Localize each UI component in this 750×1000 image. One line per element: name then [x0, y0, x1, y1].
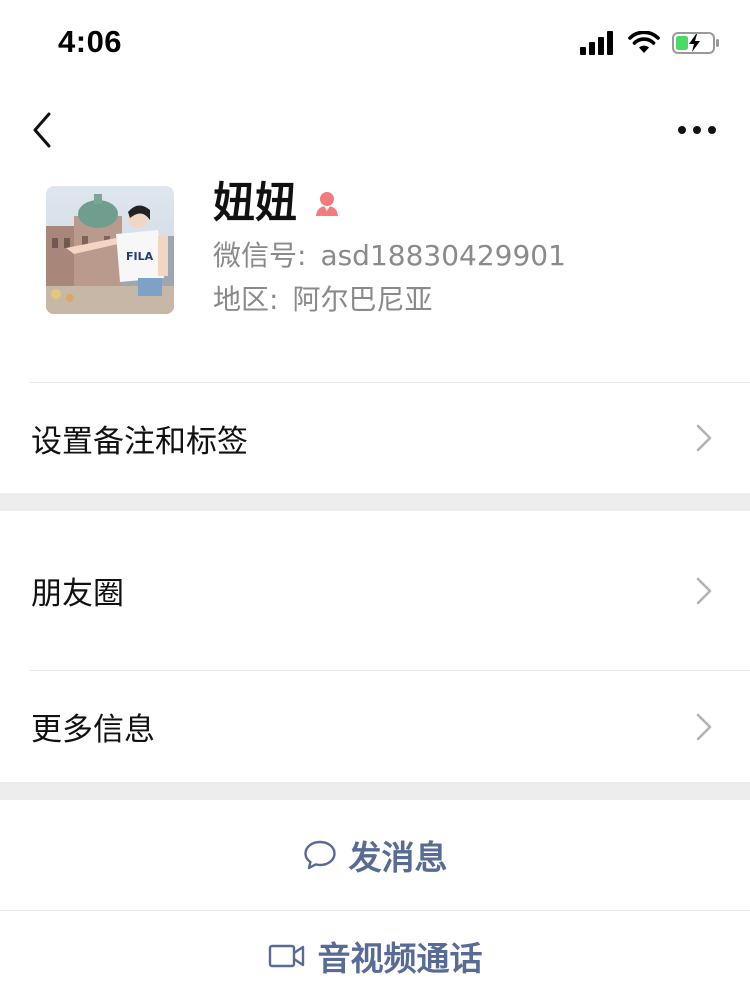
cell-label: 设置备注和标签 [31, 423, 248, 460]
cell-remark-and-tags[interactable]: 设置备注和标签 [0, 383, 750, 493]
avatar[interactable]: FILA [46, 186, 174, 314]
region-line: 地区: 阿尔巴尼亚 [213, 284, 432, 316]
cellular-signal-icon [580, 31, 613, 55]
contact-name: 妞妞 [213, 178, 298, 227]
battery-charging-icon [672, 32, 719, 54]
section-gap [0, 782, 750, 800]
video-call-button[interactable]: 音视频通话 [0, 911, 750, 1000]
chevron-right-icon [696, 577, 712, 604]
chevron-left-icon [33, 112, 51, 148]
region-value: 阿尔巴尼亚 [292, 283, 433, 316]
cell-label: 更多信息 [31, 712, 155, 748]
svg-text:FILA: FILA [126, 250, 154, 263]
chat-bubble-icon [303, 840, 336, 870]
send-message-label: 发消息 [348, 838, 448, 877]
video-call-label: 音视频通话 [317, 938, 483, 978]
female-icon [313, 188, 343, 218]
cell-moments[interactable]: 朋友圈 [0, 511, 750, 670]
wechat-id-label: 微信号: [213, 239, 307, 272]
more-button[interactable] [674, 112, 720, 148]
back-button[interactable] [22, 106, 62, 154]
cell-label: 朋友圈 [31, 576, 124, 612]
avatar-photo: FILA [46, 186, 174, 314]
more-dots-icon [678, 126, 716, 134]
send-message-button[interactable]: 发消息 [0, 800, 750, 910]
status-icons [580, 30, 720, 56]
video-camera-icon [268, 944, 304, 967]
cell-more-info[interactable]: 更多信息 [0, 671, 750, 782]
region-label: 地区: [213, 283, 279, 316]
name-row: 妞妞 [213, 182, 343, 224]
wechat-id-value: asd18830429901 [320, 239, 566, 272]
chevron-right-icon [696, 424, 712, 452]
wechat-id-line: 微信号: asd18830429901 [213, 240, 566, 272]
status-bar: 4:06 [0, 0, 750, 88]
chevron-right-icon [696, 713, 712, 740]
nav-bar [0, 100, 750, 160]
status-time: 4:06 [58, 24, 123, 59]
section-gap [0, 493, 750, 511]
wifi-icon [628, 31, 660, 53]
profile-header: FILA 妞妞 微信号: asd18830429901 地区: 阿尔巴尼亚 [0, 182, 750, 382]
